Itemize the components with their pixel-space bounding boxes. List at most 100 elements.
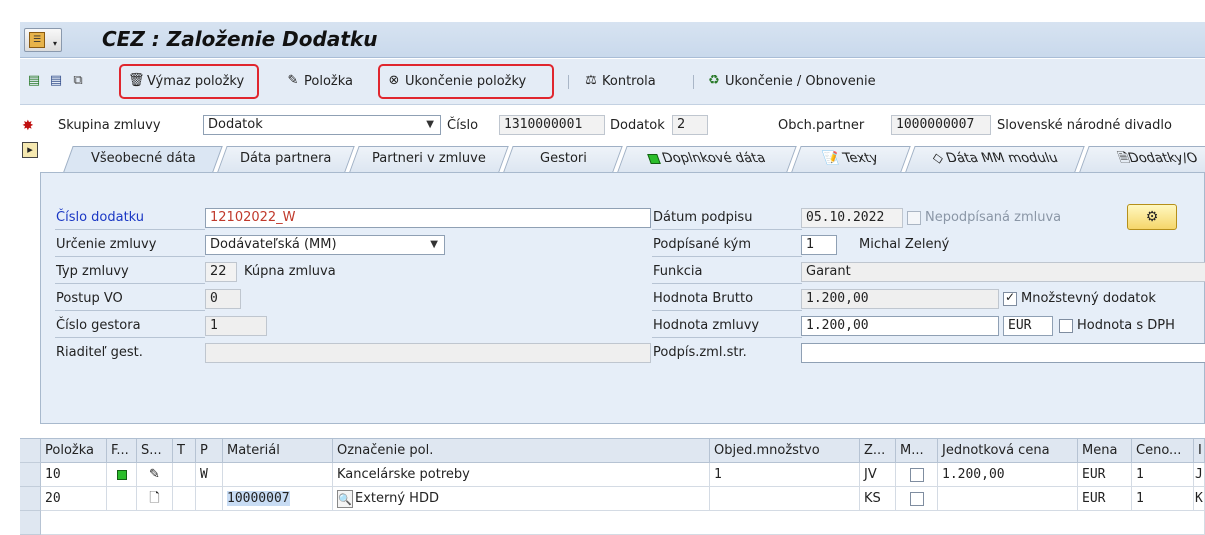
per-cell[interactable]: 1: [1132, 463, 1194, 487]
item-cell[interactable]: 10: [41, 463, 107, 487]
price-cell[interactable]: [938, 487, 1078, 511]
col-header[interactable]: S...: [137, 439, 173, 463]
desc-cell[interactable]: Kancelárske potreby: [333, 463, 710, 487]
tab-partner-data[interactable]: Dáta partnera: [217, 146, 355, 172]
row-selector[interactable]: [20, 463, 41, 487]
divider: [652, 256, 802, 257]
material-cell[interactable]: [223, 463, 333, 487]
per-cell[interactable]: 1: [1132, 487, 1194, 511]
col-header[interactable]: Položka: [41, 439, 107, 463]
col-header[interactable]: Označenie pol.: [333, 439, 710, 463]
tab-gestors[interactable]: Gestori: [503, 146, 623, 172]
qty-cell[interactable]: [710, 487, 860, 511]
unsigned-label: Nepodpísaná zmluva: [925, 210, 1062, 225]
search-help-icon[interactable]: 🔍: [337, 489, 353, 508]
check-button[interactable]: Kontrola: [602, 71, 656, 93]
type-code-field[interactable]: 22: [205, 262, 237, 282]
col-header[interactable]: Mena: [1078, 439, 1132, 463]
green-square-icon: [647, 153, 661, 164]
unit-cell[interactable]: KS: [860, 487, 896, 511]
tab-texts[interactable]: 📝 Texty: [791, 146, 911, 172]
row-checkbox[interactable]: [910, 492, 924, 506]
currency-cell[interactable]: EUR: [1078, 463, 1132, 487]
system-menu-button[interactable]: ☰ ▾: [24, 28, 62, 52]
amend-no-field[interactable]: 12102022_W: [205, 208, 651, 228]
gestor-field[interactable]: 1: [205, 316, 267, 336]
t-cell[interactable]: [173, 463, 196, 487]
currency-field[interactable]: EUR: [1003, 316, 1053, 336]
director-label: Riaditeľ gest.: [56, 345, 143, 360]
col-header[interactable]: T: [173, 439, 196, 463]
tab-additional-data[interactable]: Doplnkové dáta: [617, 146, 797, 172]
function-field[interactable]: Garant: [801, 262, 1205, 282]
signed-by-code-field[interactable]: 1: [801, 235, 837, 255]
row-checkbox[interactable]: [910, 468, 924, 482]
col-header[interactable]: P: [196, 439, 223, 463]
currency-cell[interactable]: EUR: [1078, 487, 1132, 511]
amendment-field[interactable]: 2: [672, 115, 708, 135]
col-header[interactable]: Materiál: [223, 439, 333, 463]
details-button[interactable]: ⚙: [1127, 204, 1177, 230]
extra-cell[interactable]: K: [1194, 487, 1205, 511]
purpose-select[interactable]: Dodávateľská (MM) ▼: [205, 235, 445, 255]
col-header[interactable]: I: [1194, 439, 1205, 463]
select-all-cell[interactable]: [20, 439, 41, 463]
group-value: Dodatok: [208, 117, 263, 132]
row-selector[interactable]: [20, 511, 41, 535]
group-label: Skupina zmluvy: [58, 118, 161, 133]
t-cell[interactable]: [173, 487, 196, 511]
item-cell[interactable]: 20: [41, 487, 107, 511]
close-item-button[interactable]: Ukončenie položky: [405, 71, 526, 93]
tab-amendments[interactable]: 🗎Dodatky/O: [1079, 146, 1205, 172]
m-cell[interactable]: [896, 463, 938, 487]
tab-general[interactable]: Všeobecné dáta: [63, 146, 223, 172]
price-cell[interactable]: 1.200,00: [938, 463, 1078, 487]
unit-cell[interactable]: JV: [860, 463, 896, 487]
copy-icon[interactable]: ⧉: [70, 73, 86, 89]
p-cell[interactable]: [196, 487, 223, 511]
col-header[interactable]: Ceno...: [1132, 439, 1194, 463]
divider: [55, 229, 205, 230]
signer-other-label: Podpís.zml.str.: [653, 345, 747, 360]
display-icon[interactable]: ▤: [26, 73, 42, 89]
tab-mm-data[interactable]: ◇ Dáta MM modulu: [905, 146, 1085, 172]
details-icon: ⚙: [1145, 209, 1159, 225]
gross-field[interactable]: 1.200,00: [801, 289, 999, 309]
divider: [652, 337, 802, 338]
col-header[interactable]: Objed.množstvo: [710, 439, 860, 463]
empty-row[interactable]: [41, 511, 1205, 535]
col-header[interactable]: Z...: [860, 439, 896, 463]
qty-cell[interactable]: 1: [710, 463, 860, 487]
sign-date-field[interactable]: 05.10.2022: [801, 208, 903, 228]
delete-item-button[interactable]: Výmaz položky: [147, 71, 244, 93]
qty-amend-checkbox[interactable]: [1003, 290, 1017, 306]
extra-cell[interactable]: J: [1194, 463, 1205, 487]
unsigned-checkbox[interactable]: [907, 211, 921, 225]
col-header[interactable]: M...: [896, 439, 938, 463]
edit-cell[interactable]: ✎: [137, 463, 173, 487]
contract-value-field[interactable]: 1.200,00: [801, 316, 999, 336]
p-cell[interactable]: W: [196, 463, 223, 487]
item-button[interactable]: Položka: [304, 71, 353, 93]
header-toggle-icon[interactable]: ▸: [22, 142, 38, 158]
procedure-field[interactable]: 0: [205, 289, 241, 309]
vat-label: Hodnota s DPH: [1077, 318, 1175, 333]
close-renew-button[interactable]: Ukončenie / Obnovenie: [725, 71, 876, 93]
number-field[interactable]: 1310000001: [499, 115, 605, 135]
partner-id-field[interactable]: 1000000007: [891, 115, 991, 135]
col-header[interactable]: F...: [107, 439, 137, 463]
desc-cell[interactable]: 🔍 Externý HDD: [333, 487, 710, 511]
material-cell[interactable]: 10000007: [223, 487, 333, 511]
director-field[interactable]: [205, 343, 651, 363]
tab-partners-in-contract[interactable]: Partneri v zmluve: [349, 146, 509, 172]
signer-other-field[interactable]: [801, 343, 1205, 363]
col-header[interactable]: Jednotková cena: [938, 439, 1078, 463]
close-item-icon: ⊗: [388, 73, 400, 88]
group-select[interactable]: Dodatok ▼: [203, 115, 441, 135]
document-icon[interactable]: ▤: [48, 73, 64, 89]
new-cell[interactable]: 🗋: [137, 487, 173, 511]
green-square-icon: [116, 469, 127, 480]
m-cell[interactable]: [896, 487, 938, 511]
vat-checkbox[interactable]: [1059, 319, 1073, 333]
row-selector[interactable]: [20, 487, 41, 511]
